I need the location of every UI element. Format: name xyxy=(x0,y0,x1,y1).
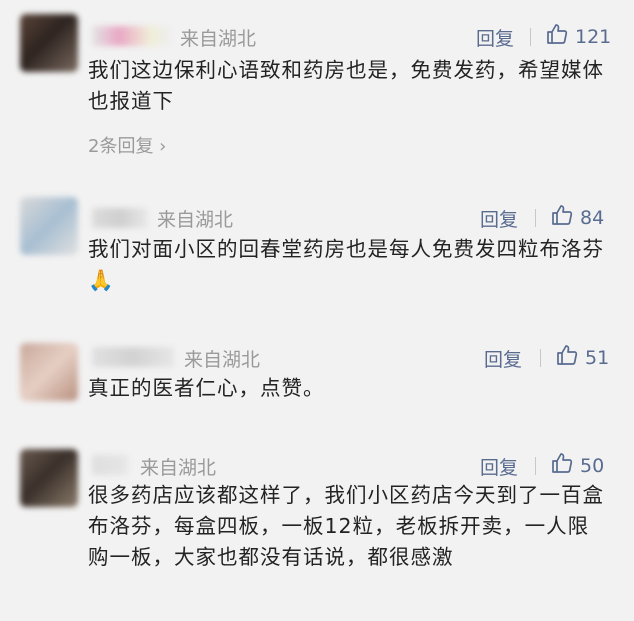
comment-text: 我们这边保利心语致和药房也是，免费发药，希望媒体也报道下 xyxy=(88,58,604,113)
comment-text: 我们对面小区的回春堂药房也是每人免费发四粒布洛芬🙏 xyxy=(88,237,604,292)
comment-2: 来自湖北 回复 84 我们对面小区的回春堂药房也是每人免费发四粒布洛芬🙏 xyxy=(0,175,634,325)
like-button[interactable]: 84 xyxy=(550,203,604,232)
username-blurred[interactable] xyxy=(92,347,174,367)
view-replies-link[interactable]: 2条回复 › xyxy=(88,132,166,158)
divider xyxy=(535,209,536,227)
thumbs-up-icon xyxy=(545,22,569,51)
thumbs-up-icon xyxy=(555,343,579,372)
username-blurred[interactable] xyxy=(92,208,148,228)
comment-text: 真正的医者仁心，点赞。 xyxy=(88,376,325,400)
divider xyxy=(530,28,531,46)
avatar[interactable] xyxy=(20,14,78,72)
reply-button[interactable]: 回复 xyxy=(476,24,514,51)
like-button[interactable]: 50 xyxy=(550,451,604,480)
comment-4: 来自湖北 回复 50 很多药店应该都这样了，我们小区药店今天到了一百盒布洛芬，每… xyxy=(0,435,634,621)
location-label: 来自湖北 xyxy=(157,209,234,231)
avatar[interactable] xyxy=(20,449,78,507)
like-count: 51 xyxy=(585,346,610,369)
like-count: 121 xyxy=(575,25,612,48)
like-button[interactable]: 51 xyxy=(555,343,609,372)
location-label: 来自湖北 xyxy=(180,28,257,50)
thumbs-up-icon xyxy=(550,203,574,232)
location-label: 来自湖北 xyxy=(140,457,217,479)
comment-3: 来自湖北 回复 51 真正的医者仁心，点赞。 xyxy=(0,325,634,435)
username-blurred[interactable] xyxy=(92,26,170,46)
location-label: 来自湖北 xyxy=(184,349,261,371)
comment-text: 很多药店应该都这样了，我们小区药店今天到了一百盒布洛芬，每盒四板，一板12粒，老… xyxy=(88,483,604,569)
avatar[interactable] xyxy=(20,197,78,255)
comment-1: 来自湖北 回复 121 我们这边保利心语致和药房也是，免费发药，希望媒体也报道下… xyxy=(0,0,634,175)
like-count: 50 xyxy=(580,454,605,477)
reply-button[interactable]: 回复 xyxy=(480,205,518,232)
divider xyxy=(540,349,541,367)
reply-button[interactable]: 回复 xyxy=(480,453,518,480)
avatar[interactable] xyxy=(20,343,78,401)
reply-button[interactable]: 回复 xyxy=(484,345,522,372)
thumbs-up-icon xyxy=(550,451,574,480)
like-count: 84 xyxy=(580,206,605,229)
like-button[interactable]: 121 xyxy=(545,22,611,51)
username-blurred[interactable] xyxy=(92,455,128,475)
divider xyxy=(535,457,536,475)
